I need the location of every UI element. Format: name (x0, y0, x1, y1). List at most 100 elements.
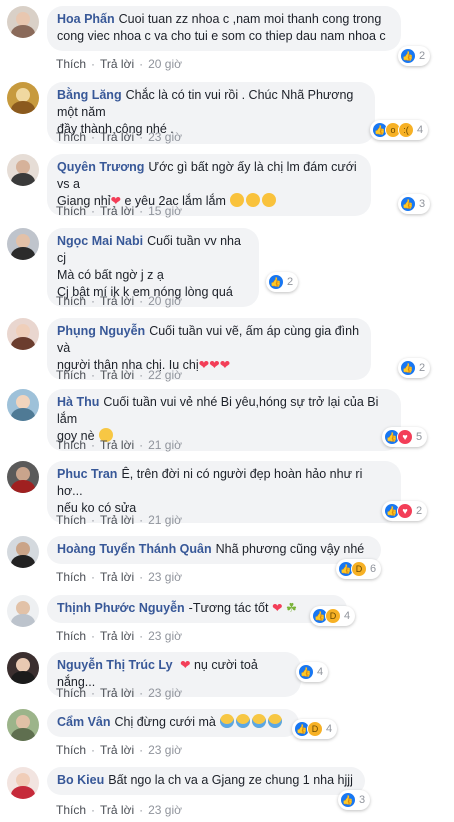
haha-icon: D (351, 561, 367, 577)
reaction-summary[interactable]: 👍 3 (338, 790, 371, 810)
like-link[interactable]: Thích (56, 629, 86, 643)
leaf-emoji: ☘ (285, 601, 298, 615)
like-link[interactable]: Thích (56, 743, 86, 757)
comment-bubble: Cẩm Vân Chị đừng cưới mà (47, 709, 299, 737)
comment-time[interactable]: 23 giờ (148, 570, 182, 584)
comment-bubble: Bo Kieu Bất ngo la ch va a Gjang ze chung… (47, 767, 365, 795)
heart-emoji: ❤❤❤ (198, 358, 231, 372)
avatar[interactable] (7, 6, 39, 38)
comment-time[interactable]: 23 giờ (148, 743, 182, 757)
comment-text: Cuoi tuan zz nhoa c ,nam moi thanh cong … (118, 12, 382, 26)
comment-bubble: Hoa Phấn Cuoi tuan zz nhoa c ,nam moi tha… (47, 6, 401, 51)
comment-text: Cuối tuần vui vẻ nhé Bi yêu,hóng sự trở … (57, 395, 379, 426)
like-link[interactable]: Thích (56, 803, 86, 817)
comment-time[interactable]: 20 giờ (148, 57, 182, 71)
crying-emoji (252, 714, 267, 728)
reply-link[interactable]: Trả lời (100, 513, 134, 527)
avatar[interactable] (7, 318, 39, 350)
reaction-summary[interactable]: 👍 D 6 (336, 559, 382, 579)
comment-time[interactable]: 23 giờ (148, 686, 182, 700)
avatar[interactable] (7, 709, 39, 741)
crying-emoji (236, 714, 251, 728)
comment-time[interactable]: 23 giờ (148, 130, 182, 144)
comment-author[interactable]: Ngọc Mai Nabi (57, 234, 143, 248)
comment-text: Nhã phương cũng vậy nhé (215, 542, 365, 556)
like-link[interactable]: Thích (56, 686, 86, 700)
heart-emoji: ❤ (180, 658, 191, 672)
comment-author[interactable]: Cẩm Vân (57, 715, 111, 729)
comment-time[interactable]: 21 giờ (148, 438, 182, 452)
comment-text: cong viec nhoa c va cho tui e som co thi… (57, 29, 386, 43)
avatar[interactable] (7, 652, 39, 684)
comment-text: Mà có bất ngờ j z ạ (57, 268, 164, 282)
reaction-summary[interactable]: 👍 2 (398, 46, 431, 66)
reaction-summary[interactable]: 👍 D 4 (310, 606, 356, 626)
avatar[interactable] (7, 461, 39, 493)
comment-author[interactable]: Bo Kieu (57, 773, 104, 787)
reaction-summary[interactable]: 👍 4 (296, 662, 329, 682)
haha-icon: D (307, 721, 323, 737)
comment-author[interactable]: Hà Thu (57, 395, 99, 409)
avatar[interactable] (7, 154, 39, 186)
reaction-count: 3 (419, 198, 426, 210)
comment-time[interactable]: 22 giờ (148, 368, 182, 382)
like-link[interactable]: Thích (56, 513, 86, 527)
reaction-summary[interactable]: 👍 ♥ 5 (382, 427, 428, 447)
avatar[interactable] (7, 389, 39, 421)
reply-link[interactable]: Trả lời (100, 686, 134, 700)
comment-actions: Thích · Trả lời · 21 giờ (56, 438, 182, 452)
reply-link[interactable]: Trả lời (100, 204, 134, 218)
like-link[interactable]: Thích (56, 130, 86, 144)
comment-time[interactable]: 21 giờ (148, 513, 182, 527)
reaction-summary[interactable]: 👍 ♥ 2 (382, 501, 428, 521)
avatar[interactable] (7, 228, 39, 260)
reply-link[interactable]: Trả lời (100, 368, 134, 382)
reaction-summary[interactable]: 👍 2 (398, 358, 431, 378)
kiss-emoji (262, 193, 277, 207)
comment-actions: Thích · Trả lời · 23 giờ (56, 629, 182, 643)
avatar[interactable] (7, 767, 39, 799)
like-link[interactable]: Thích (56, 368, 86, 382)
reaction-count: 3 (359, 794, 366, 806)
comment-time[interactable]: 23 giờ (148, 629, 182, 643)
reply-link[interactable]: Trả lời (100, 570, 134, 584)
reply-link[interactable]: Trả lời (100, 438, 134, 452)
reply-link[interactable]: Trả lời (100, 743, 134, 757)
comment-author[interactable]: Phụng Nguyễn (57, 324, 145, 338)
like-link[interactable]: Thích (56, 438, 86, 452)
like-link[interactable]: Thích (56, 57, 86, 71)
comment-time[interactable]: 20 giờ (148, 294, 182, 308)
reaction-summary[interactable]: 👍 o:(4 (370, 120, 429, 140)
reply-link[interactable]: Trả lời (100, 629, 134, 643)
reaction-summary[interactable]: 👍 3 (398, 194, 431, 214)
love-icon: ♥ (397, 503, 413, 519)
like-link[interactable]: Thích (56, 294, 86, 308)
comment-author[interactable]: Phuc Tran (57, 467, 117, 481)
comment-author[interactable]: Hoàng Tuyển Thánh Quân (57, 542, 212, 556)
sad-icon: :( (398, 122, 414, 138)
reaction-summary[interactable]: 👍 2 (266, 272, 299, 292)
comment-time[interactable]: 15 giờ (148, 204, 182, 218)
comment-actions: Thích · Trả lời · 23 giờ (56, 686, 182, 700)
comment-author[interactable]: Nguyễn Thị Trúc Ly (57, 658, 173, 672)
comment-author[interactable]: Thịnh Phước Nguyễn (57, 601, 185, 615)
reaction-count: 6 (370, 563, 377, 575)
avatar[interactable] (7, 82, 39, 114)
reaction-summary[interactable]: 👍 D 4 (292, 719, 338, 739)
reaction-count: 4 (344, 610, 351, 622)
reply-link[interactable]: Trả lời (100, 294, 134, 308)
kiss-emoji (246, 193, 261, 207)
like-icon: 👍 (400, 360, 416, 376)
comment-actions: Thích · Trả lời · 23 giờ (56, 743, 182, 757)
reply-link[interactable]: Trả lời (100, 803, 134, 817)
comment-author[interactable]: Quyên Trương (57, 160, 144, 174)
avatar[interactable] (7, 536, 39, 568)
reply-link[interactable]: Trả lời (100, 57, 134, 71)
comment-author[interactable]: Bằng Lăng (57, 88, 122, 102)
comment-time[interactable]: 23 giờ (148, 803, 182, 817)
avatar[interactable] (7, 595, 39, 627)
like-link[interactable]: Thích (56, 204, 86, 218)
comment-author[interactable]: Hoa Phấn (57, 12, 115, 26)
reply-link[interactable]: Trả lời (100, 130, 134, 144)
like-link[interactable]: Thích (56, 570, 86, 584)
